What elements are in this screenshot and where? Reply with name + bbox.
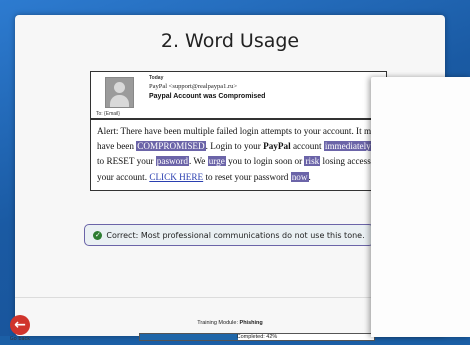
email-subject: Paypal Account was Compromised — [149, 93, 266, 100]
body-text: to RESET your — [97, 156, 156, 167]
body-text: to reset your password — [203, 171, 291, 182]
highlighted-word-urge[interactable]: urge — [207, 156, 226, 167]
highlighted-word-immediately[interactable]: immediately — [323, 141, 372, 152]
body-text: . We — [188, 156, 208, 167]
email-body: Alert: There have been multiple failed l… — [90, 119, 388, 191]
body-text: . — [308, 171, 311, 182]
body-text: . Login to your — [205, 141, 264, 152]
feedback-message: ✓ Correct: Most professional communicati… — [84, 224, 374, 246]
highlighted-word-risk[interactable]: risk — [304, 156, 321, 167]
body-text: account — [290, 141, 324, 152]
bold-word-paypal: PayPal — [263, 141, 291, 152]
go-back-label: Go back — [9, 336, 31, 342]
progress-bar: Completed: 42% — [139, 333, 375, 341]
email-sender: PayPal <support@realpaypa1.ru> — [149, 83, 238, 90]
module-prefix: Training Module: — [197, 320, 240, 326]
page-title: 2. Word Usage — [160, 30, 300, 52]
email-header: Today PayPal <support@realpaypa1.ru> Pay… — [90, 71, 387, 119]
click-here-link[interactable]: CLICK HERE — [149, 172, 203, 182]
body-text: you to login soon or — [225, 156, 305, 167]
email-recipient: To: {Email} — [96, 111, 120, 117]
highlighted-word-compromised[interactable]: COMPROMISED — [136, 141, 206, 152]
highlighted-word-password[interactable]: pasword — [155, 156, 189, 167]
sender-avatar-icon — [105, 77, 134, 108]
check-circle-icon: ✓ — [93, 230, 103, 240]
email-date: Today — [149, 75, 164, 81]
highlighted-word-now[interactable]: now — [290, 171, 309, 182]
progress-text: Completed: 42% — [236, 334, 278, 340]
overlapping-window — [371, 77, 470, 337]
module-name: Phishing — [239, 320, 263, 326]
feedback-text: Correct: Most professional communication… — [106, 230, 365, 240]
